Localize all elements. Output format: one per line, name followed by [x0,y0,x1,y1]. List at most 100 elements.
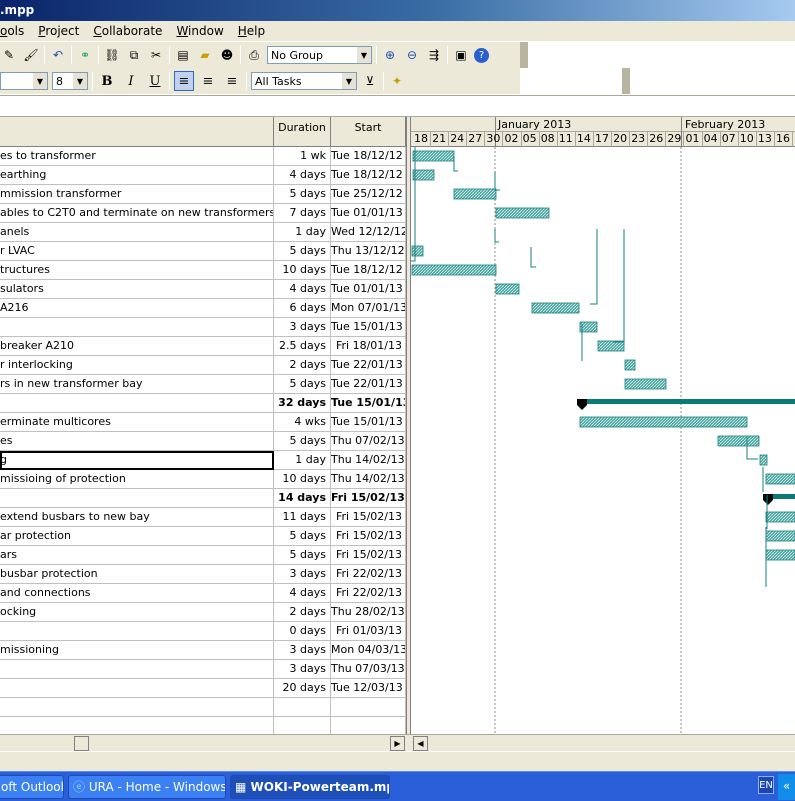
gantt-task-bar[interactable] [495,207,550,219]
cell-start[interactable]: Tue 15/01/13 [331,318,406,337]
table-row[interactable]: earthing 4 days Tue 18/12/12 [0,166,406,185]
cell-task-name[interactable]: es to transformer [0,147,274,166]
table-row[interactable]: ocking 2 days Thu 28/02/13 [0,603,406,622]
gantt-task-bar[interactable] [579,416,748,428]
table-row[interactable]: rs in new transformer bay 5 days Tue 22/01… [0,375,406,394]
horizontal-scrollbar[interactable]: ▶ ◀ [0,734,795,751]
cell-duration[interactable]: 20 days [274,679,331,698]
cell-task-name[interactable]: earthing [0,166,274,185]
cell-duration[interactable]: 10 days [274,470,331,489]
table-row[interactable]: 14 days Fri 15/02/13 [0,489,406,508]
cell-start[interactable]: Tue 15/01/13 [331,394,406,413]
cell-duration[interactable]: 2.5 days [274,337,331,356]
table-row[interactable] [0,717,406,734]
spellcheck-icon[interactable]: ✎ [0,46,18,64]
table-row[interactable]: anels 1 day Wed 12/12/12 [0,223,406,242]
cell-duration[interactable]: 2 days [274,603,331,622]
gantt-task-bar[interactable] [412,169,435,181]
gantt-task-bar[interactable] [765,530,795,542]
cell-task-name[interactable]: anels [0,223,274,242]
cell-start[interactable]: Fri 15/02/13 [331,508,406,527]
table-row[interactable] [0,698,406,717]
column-header-start[interactable]: Start [331,117,406,147]
cell-task-name[interactable]: ar protection [0,527,274,546]
cell-start[interactable]: Tue 15/01/13 [331,413,406,432]
cell-duration[interactable]: 14 days [274,489,331,508]
cell-task-name[interactable] [0,318,274,337]
cell-duration[interactable]: 4 wks [274,413,331,432]
cell-duration[interactable]: 0 days [274,622,331,641]
cell-duration[interactable]: 3 days [274,641,331,660]
cell-task-name[interactable]: g [0,451,274,470]
cell-task-name[interactable] [0,679,274,698]
cell-task-name[interactable] [0,698,274,717]
cell-duration[interactable]: 1 wk [274,147,331,166]
table-row[interactable]: sulators 4 days Tue 01/01/13 [0,280,406,299]
table-row[interactable]: ables to C2T0 and terminate on new trans… [0,204,406,223]
cell-duration[interactable]: 11 days [274,508,331,527]
cell-start[interactable]: Thu 14/02/13 [331,451,406,470]
table-row[interactable]: 32 days Tue 15/01/13 [0,394,406,413]
cell-task-name[interactable]: missioing of protection [0,470,274,489]
table-row[interactable]: extend busbars to new bay 11 days Fri 15/0… [0,508,406,527]
cell-duration[interactable]: 5 days [274,527,331,546]
cell-task-name[interactable]: missioning [0,641,274,660]
cell-duration[interactable]: 5 days [274,432,331,451]
assign-resources-icon[interactable]: ☻ [218,46,236,64]
unlink-tasks-icon[interactable]: ⧉ [125,46,143,64]
cell-start[interactable]: Tue 25/12/12 [331,185,406,204]
gantt-summary-bar[interactable] [578,399,795,404]
cell-duration[interactable]: 32 days [274,394,331,413]
cell-start[interactable]: Mon 07/01/13 [331,299,406,318]
cell-start[interactable]: Fri 22/02/13 [331,584,406,603]
publish-icon[interactable]: ⎙ [245,46,263,64]
menu-window[interactable]: Window [169,24,230,38]
align-left-button[interactable]: ≡ [174,71,194,91]
taskbar-outlook[interactable]: oft Outlook [0,775,64,799]
table-row[interactable]: breaker A210 2.5 days Fri 18/01/13 [0,337,406,356]
menu-help[interactable]: Help [231,24,272,38]
cell-start[interactable] [331,717,406,734]
gantt-task-bar[interactable] [624,378,667,390]
table-row[interactable]: 20 days Tue 12/03/13 [0,679,406,698]
cell-task-name[interactable] [0,660,274,679]
cell-duration[interactable]: 7 days [274,204,331,223]
gantt-task-bar[interactable] [531,302,580,314]
cell-duration[interactable]: 3 days [274,660,331,679]
underline-button[interactable]: U [145,71,165,91]
menu-tools[interactable]: ools [0,24,31,38]
cell-duration[interactable]: 2 days [274,356,331,375]
group-by-combo[interactable]: No Group ▼ [267,46,372,64]
align-center-button[interactable]: ≡ [198,71,218,91]
format-painter-icon[interactable]: 🖌 [22,46,40,64]
table-row[interactable]: ars 5 days Fri 15/02/13 [0,546,406,565]
cell-start[interactable]: Fri 15/02/13 [331,527,406,546]
gantt-wizard-icon[interactable]: ✦ [388,72,406,90]
cell-task-name[interactable]: ocking [0,603,274,622]
cell-start[interactable]: Fri 15/02/13 [331,489,406,508]
scroll-left-arrow-icon[interactable]: ◀ [413,736,428,751]
cell-start[interactable]: Thu 14/02/13 [331,470,406,489]
gantt-task-bar[interactable] [765,511,795,523]
scroll-right-arrow-icon[interactable]: ▶ [390,736,405,751]
cell-task-name[interactable]: and connections [0,584,274,603]
cell-duration[interactable]: 10 days [274,261,331,280]
table-row[interactable]: tructures 10 days Tue 18/12/12 [0,261,406,280]
cell-start[interactable]: Tue 18/12/12 [331,166,406,185]
cell-duration[interactable]: 4 days [274,584,331,603]
help-icon[interactable]: ? [474,47,489,63]
cell-duration[interactable]: 1 day [274,451,331,470]
cell-duration[interactable]: 6 days [274,299,331,318]
table-row[interactable]: and connections 4 days Fri 22/02/13 [0,584,406,603]
cell-task-name[interactable]: busbar protection [0,565,274,584]
cell-duration[interactable]: 4 days [274,166,331,185]
cell-start[interactable]: Thu 07/03/13 [331,660,406,679]
cell-start[interactable]: Fri 18/01/13 [331,337,406,356]
cell-task-name[interactable] [0,717,274,734]
table-row[interactable]: erminate multicores 4 wks Tue 15/01/13 [0,413,406,432]
cell-start[interactable]: Tue 01/01/13 [331,204,406,223]
table-row[interactable]: busbar protection 3 days Fri 22/02/13 [0,565,406,584]
cell-duration[interactable]: 3 days [274,565,331,584]
language-indicator[interactable]: EN [758,776,774,794]
gantt-task-bar[interactable] [765,473,795,485]
